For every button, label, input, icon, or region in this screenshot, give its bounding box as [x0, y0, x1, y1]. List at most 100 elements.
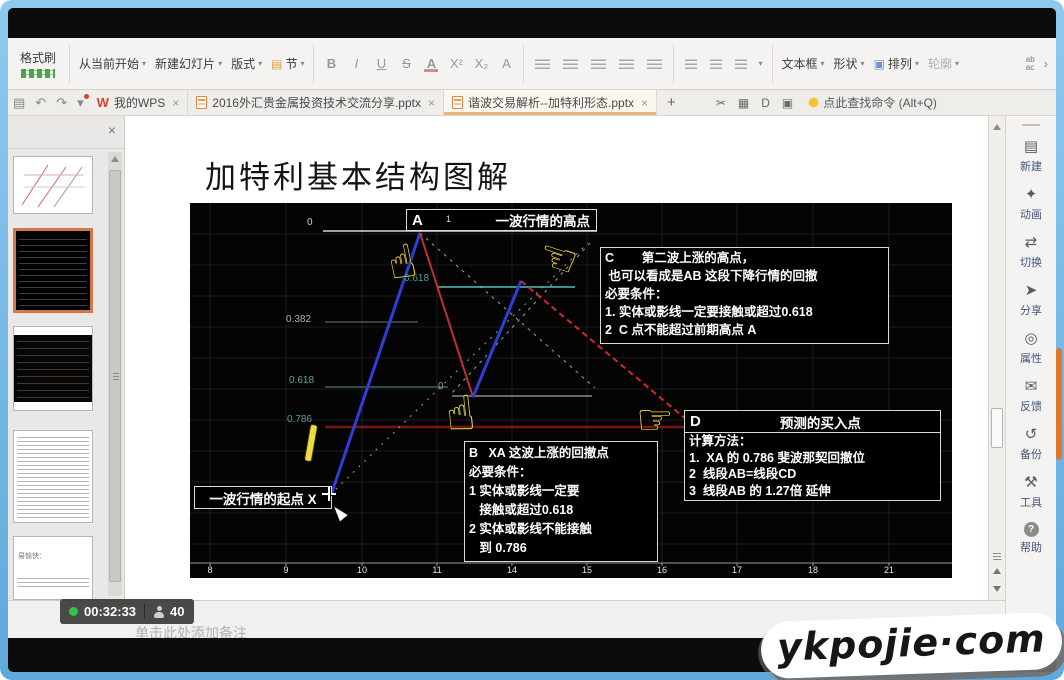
superscript-button[interactable]: X² — [448, 56, 464, 71]
tab-document-gartley[interactable]: 谐波交易解析--加特利形态.pptx × — [444, 90, 657, 115]
point-a-callout[interactable]: A 1 一波行情的高点 — [406, 209, 597, 231]
redo-icon[interactable]: ↷ — [51, 90, 72, 115]
ribbon-expand-icon[interactable]: › — [1044, 56, 1048, 71]
task-pane-icon[interactable]: ▦ — [738, 96, 749, 110]
document-tab-bar: ▤ ↶ ↷ ▾ W 我的WPS × 2016外汇贵金属投资技术交流分享.pptx… — [8, 90, 1056, 116]
callout-line: 2 线段AB=线段CD — [685, 466, 940, 483]
scrollbar-handle[interactable] — [109, 170, 121, 582]
point-b-callout[interactable]: B XA 这波上涨的回撤点 必要条件： 1 实体或影线一定要 接触或超过0.61… — [464, 441, 658, 562]
output-icon[interactable]: ▤ — [8, 90, 30, 115]
section-button[interactable]: ▤节▾ — [271, 55, 304, 72]
callout-line: 1. XA 的 0.786 斐波那契回撤位 — [685, 450, 940, 467]
panel-close-icon[interactable]: × — [108, 122, 116, 138]
tab-document-2016[interactable]: 2016外汇贵金属投资技术交流分享.pptx × — [188, 90, 444, 115]
callout-line: C 第二波上涨的高点， — [601, 249, 888, 267]
sidebar-item-label: 反馈 — [1020, 398, 1042, 414]
sidebar-item-feedback[interactable]: ✉ 反馈 — [1020, 378, 1042, 414]
indent-decrease-icon[interactable] — [710, 58, 722, 69]
save-status-dropdown-icon[interactable]: ▾ — [72, 90, 89, 115]
sidebar-item-share[interactable]: ➤ 分享 — [1020, 282, 1042, 318]
new-tab-button[interactable]: + — [657, 90, 686, 115]
arrange-button[interactable]: ▣排列▾ — [874, 55, 919, 72]
chevron-down-icon: ▾ — [955, 59, 959, 68]
previous-slide-button[interactable] — [993, 568, 1001, 574]
sidebar-item-properties[interactable]: ◎ 属性 — [1020, 330, 1042, 366]
docer-icon[interactable]: D — [761, 96, 770, 110]
gartley-chart[interactable]: 891011141516171821 0 0.382 0.618 0.786 0… — [190, 203, 952, 578]
strikethrough-button[interactable]: S — [398, 56, 414, 71]
tools-icon: ⚒ — [1024, 474, 1037, 492]
tab-label: 谐波交易解析--加特利形态.pptx — [468, 94, 634, 111]
outline-button[interactable]: 轮廓▾ — [928, 55, 959, 72]
align-center-icon[interactable] — [563, 58, 578, 69]
new-slide-button[interactable]: 新建幻灯片▾ — [155, 55, 222, 72]
slide-canvas[interactable]: 加特利基本结构图解 891011141516171821 0 0.382 0.6… — [125, 116, 988, 600]
sidebar-item-label: 工具 — [1020, 494, 1042, 510]
point-a-text: 一波行情的高点 — [496, 210, 597, 230]
tab-close-icon[interactable]: × — [426, 96, 435, 110]
thumbnail-scrollbar[interactable] — [108, 152, 122, 596]
undo-icon[interactable]: ↶ — [30, 90, 51, 115]
sidebar-item-help[interactable]: ? 帮助 — [1020, 522, 1042, 555]
shapes-button[interactable]: 形状▾ — [834, 55, 865, 72]
tab-my-wps[interactable]: W 我的WPS × — [89, 90, 189, 115]
slide-thumbnail-2-selected[interactable] — [13, 228, 93, 313]
tab-label: 我的WPS — [114, 94, 165, 111]
sidebar-item-new[interactable]: ▤ 新建 — [1020, 138, 1042, 174]
sidebar-item-transition[interactable]: ⇄ 切换 — [1020, 234, 1042, 270]
find-command-box[interactable]: 点此查找命令 (Alt+Q) — [809, 90, 937, 115]
italic-button[interactable]: I — [348, 56, 364, 71]
ppt-file-icon — [452, 96, 463, 109]
sidebar-item-animation[interactable]: ✦ 动画 — [1020, 186, 1042, 222]
slide-thumbnail-5[interactable]: 易愉快： — [13, 536, 93, 600]
tab-close-icon[interactable]: × — [170, 96, 179, 110]
callout-line: B XA 这波上涨的回撤点 — [465, 444, 657, 463]
sidebar-collapse-handle[interactable] — [1022, 124, 1040, 126]
next-slide-button[interactable] — [993, 586, 1001, 592]
point-d-callout[interactable]: D 预测的买入点 计算方法： 1. XA 的 0.786 斐波那契回撤位 2 线… — [684, 410, 941, 501]
slide-thumbnail-panel: × — [8, 116, 125, 600]
justify-icon[interactable] — [619, 58, 634, 69]
distribute-icon[interactable] — [647, 58, 662, 69]
format-painter-button[interactable]: 格式刷 — [16, 47, 60, 80]
line-spacing-icon[interactable] — [685, 58, 697, 69]
thumbnail-text: 易愉快： — [14, 537, 92, 561]
sidebar-item-tools[interactable]: ⚒ 工具 — [1020, 474, 1042, 510]
bold-button[interactable]: B — [323, 56, 339, 71]
slide-thumbnail-4[interactable] — [13, 430, 93, 523]
underline-button[interactable]: U — [373, 56, 389, 71]
scrollbar-handle[interactable] — [991, 408, 1003, 448]
clear-format-button[interactable]: A — [498, 56, 514, 71]
indent-increase-icon[interactable] — [735, 58, 747, 69]
new-document-icon: ▤ — [1024, 138, 1038, 156]
replace-button[interactable]: abac — [1026, 56, 1035, 72]
textbox-button[interactable]: 文本框▾ — [782, 55, 825, 72]
align-left-icon[interactable] — [535, 58, 550, 69]
subscript-button[interactable]: X₂ — [473, 56, 489, 71]
slide-thumbnail-3[interactable] — [13, 326, 93, 411]
ribbon-toolbar: 格式刷 从当前开始▾ 新建幻灯片▾ 版式▾ ▤节▾ B I U S A X² X… — [8, 38, 1056, 90]
slide-title[interactable]: 加特利基本结构图解 — [205, 152, 511, 197]
slide-thumbnail-1[interactable] — [13, 156, 93, 214]
ribbon-separator — [69, 45, 70, 83]
skin-icon[interactable]: ✂ — [716, 96, 726, 110]
slide-scrollbar[interactable] — [988, 116, 1005, 606]
tab-close-icon[interactable]: × — [639, 96, 648, 110]
scroll-up-icon[interactable] — [993, 124, 1001, 130]
play-from-current-button[interactable]: 从当前开始▾ — [79, 55, 146, 72]
align-right-icon[interactable] — [591, 58, 606, 69]
callout-line: 1 实体或影线一定要 — [465, 482, 657, 501]
layout-button[interactable]: 版式▾ — [231, 55, 262, 72]
window-icon[interactable]: ▣ — [782, 96, 793, 110]
sidebar-item-backup[interactable]: ↺ 备份 — [1020, 426, 1042, 462]
scroll-up-icon[interactable] — [111, 156, 119, 162]
chevron-down-icon[interactable]: ▾ — [758, 59, 762, 68]
chevron-down-icon: ▾ — [300, 59, 304, 68]
scrollbar-grip — [993, 553, 1001, 554]
font-color-button[interactable]: A — [423, 56, 439, 71]
point-c-callout[interactable]: C 第二波上涨的高点， 也可以看成是AB 这段下降行情的回撤 必要条件： 1. … — [600, 247, 889, 344]
top-black-bar — [8, 8, 1056, 38]
x-tick-label: 9 — [283, 565, 288, 575]
point-x-callout[interactable]: 一波行情的起点 X — [194, 486, 332, 509]
fib-label-0: 0 — [307, 217, 313, 228]
